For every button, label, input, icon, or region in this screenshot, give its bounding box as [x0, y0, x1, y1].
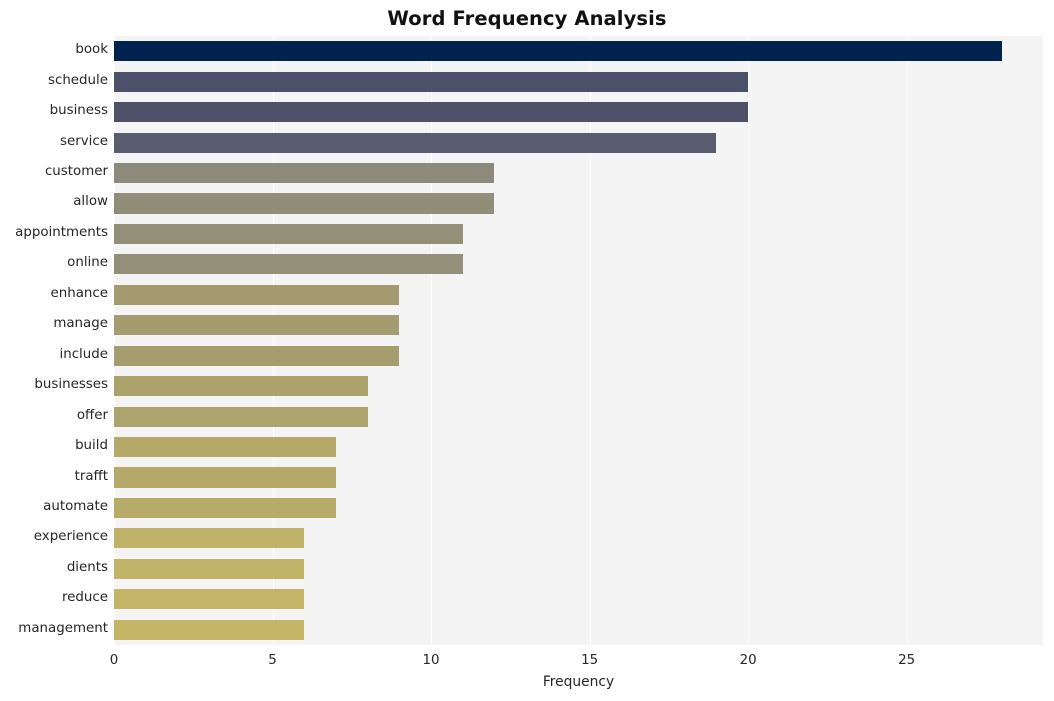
y-tick-label-businesses: businesses: [34, 377, 108, 393]
y-tick-label-schedule: schedule: [47, 72, 108, 88]
bar-row: [114, 376, 1043, 397]
y-tick-label-book: book: [75, 42, 108, 58]
bar-row: [114, 497, 1043, 519]
y-tick-label-enhance: enhance: [50, 285, 108, 301]
bar-schedule[interactable]: [114, 71, 749, 92]
bar-row: [114, 102, 1043, 123]
y-tick-label-business: business: [49, 103, 108, 119]
bar-row: [114, 528, 1043, 549]
y-tick-label-build: build: [75, 438, 108, 454]
bar-row: [114, 315, 1043, 336]
bar-enhance[interactable]: [114, 284, 400, 305]
bar-row: [114, 254, 1043, 275]
bar-appointments[interactable]: [114, 223, 463, 244]
y-tick-label-management: management: [18, 620, 108, 636]
y-axis-tick-labels: book schedule business service customer allow…: [0, 36, 108, 645]
bar-row: [114, 71, 1043, 92]
bar-row: [114, 558, 1043, 579]
x-axis-title: Frequency: [542, 674, 615, 690]
bar-row: [114, 193, 1043, 214]
word-frequency-bar-chart: Word Frequency Analysis book schedule busi…: [0, 0, 1054, 701]
x-tick-label-20: 20: [739, 653, 757, 668]
x-tick-label-0: 0: [109, 653, 119, 668]
y-tick-label-dients: dients: [66, 559, 108, 575]
bar-row: [114, 589, 1043, 610]
bar-allow[interactable]: [114, 193, 495, 214]
bar-reduce[interactable]: [114, 589, 305, 610]
bar-build[interactable]: [114, 437, 336, 458]
bar-trafft[interactable]: [114, 467, 336, 488]
bar-dients[interactable]: [114, 558, 305, 579]
bar-businesses[interactable]: [114, 376, 368, 397]
bar-row: [114, 467, 1043, 488]
bar-manage[interactable]: [114, 315, 400, 336]
bar-row: [114, 162, 1043, 184]
x-axis-tick-labels: 0 5 10 15 20 25: [0, 645, 1054, 675]
x-tick-label-10: 10: [422, 653, 440, 668]
y-tick-label-service: service: [60, 133, 108, 149]
bar-row: [114, 284, 1043, 305]
y-tick-label-experience: experience: [33, 529, 108, 545]
y-tick-label-allow: allow: [73, 194, 108, 210]
bar-book[interactable]: [114, 41, 1002, 62]
y-tick-label-manage: manage: [53, 316, 108, 332]
bar-service[interactable]: [114, 132, 717, 153]
chart-title: Word Frequency Analysis: [387, 7, 667, 30]
y-tick-label-reduce: reduce: [61, 590, 108, 606]
bar-online[interactable]: [114, 254, 463, 275]
bar-row: [114, 437, 1043, 458]
bar-automate[interactable]: [114, 497, 336, 519]
bars-layer: [114, 36, 1043, 645]
bar-experience[interactable]: [114, 528, 305, 549]
bar-business[interactable]: [114, 102, 749, 123]
bar-management[interactable]: [114, 619, 305, 640]
bar-row: [114, 345, 1043, 366]
x-tick-label-25: 25: [898, 653, 916, 668]
x-tick-label-5: 5: [268, 653, 277, 668]
bar-offer[interactable]: [114, 406, 368, 427]
bar-row: [114, 41, 1043, 62]
y-tick-label-automate: automate: [43, 498, 108, 514]
x-tick-label-15: 15: [581, 653, 599, 668]
y-tick-label-customer: customer: [44, 164, 108, 180]
bar-row: [114, 132, 1043, 153]
bar-customer[interactable]: [114, 162, 495, 184]
y-tick-label-online: online: [67, 255, 108, 271]
y-tick-label-offer: offer: [76, 407, 108, 423]
plot-area: [114, 36, 1043, 645]
bar-row: [114, 619, 1043, 640]
bar-row: [114, 223, 1043, 244]
y-tick-label-trafft: trafft: [74, 468, 108, 484]
bar-row: [114, 406, 1043, 427]
bar-include[interactable]: [114, 345, 400, 366]
y-tick-label-appointments: appointments: [15, 224, 108, 240]
y-tick-label-include: include: [59, 346, 108, 362]
